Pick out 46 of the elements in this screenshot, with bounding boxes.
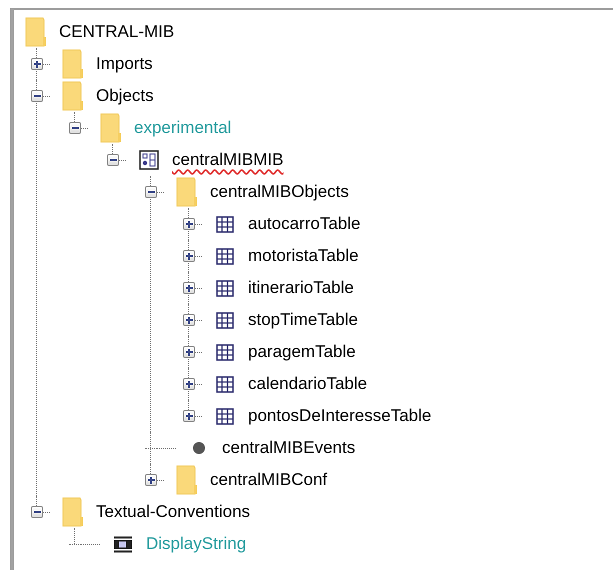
tree-item-label[interactable]: itinerarioTable	[248, 277, 354, 299]
folder-icon	[62, 49, 84, 79]
tree-item-label[interactable]: Objects	[96, 85, 154, 107]
tree-item-label[interactable]: centralMIBConf	[210, 469, 328, 491]
folder-icon	[25, 17, 47, 47]
folder-icon	[100, 113, 122, 143]
tree-item-label[interactable]: motoristaTable	[248, 245, 359, 267]
table-grid-icon	[216, 376, 234, 392]
collapse-toggle[interactable]	[31, 506, 43, 518]
expand-toggle[interactable]	[183, 218, 195, 230]
table-grid-icon	[216, 312, 234, 328]
collapse-toggle[interactable]	[69, 122, 81, 134]
collapse-toggle[interactable]	[31, 90, 43, 102]
folder-icon	[176, 465, 198, 495]
event-icon	[192, 441, 206, 455]
tree-item-label[interactable]: autocarroTable	[248, 213, 360, 235]
table-grid-icon	[216, 408, 234, 424]
module-icon	[139, 150, 159, 170]
textual-convention-icon	[113, 536, 133, 552]
tree-item-label[interactable]: centralMIBEvents	[222, 437, 356, 459]
folder-icon	[62, 497, 84, 527]
table-grid-icon	[216, 248, 234, 264]
table-grid-icon	[216, 280, 234, 296]
expand-toggle[interactable]	[183, 314, 195, 326]
tree-item-label[interactable]: paragemTable	[248, 341, 356, 363]
tree-item-label[interactable]: CENTRAL-MIB	[59, 21, 174, 43]
table-grid-icon	[216, 344, 234, 360]
expand-toggle[interactable]	[183, 378, 195, 390]
collapse-toggle[interactable]	[145, 186, 157, 198]
collapse-toggle[interactable]	[107, 154, 119, 166]
tree-item-label[interactable]: centralMIBMIB	[172, 149, 284, 171]
expand-toggle[interactable]	[183, 346, 195, 358]
expand-toggle[interactable]	[183, 410, 195, 422]
table-grid-icon	[216, 216, 234, 232]
tree-item-label[interactable]: Imports	[96, 53, 153, 75]
tree-item-label[interactable]: stopTimeTable	[248, 309, 358, 331]
folder-icon	[176, 177, 198, 207]
tree-item-label[interactable]: calendarioTable	[248, 373, 368, 395]
tree-item-label[interactable]: centralMIBObjects	[210, 181, 349, 203]
tree-item-label[interactable]: pontosDeInteresseTable	[248, 405, 432, 427]
expand-toggle[interactable]	[31, 58, 43, 70]
tree-item-label[interactable]: Textual-Conventions	[96, 501, 250, 523]
expand-toggle[interactable]	[145, 474, 157, 486]
folder-icon	[62, 81, 84, 111]
expand-toggle[interactable]	[183, 250, 195, 262]
expand-toggle[interactable]	[183, 282, 195, 294]
